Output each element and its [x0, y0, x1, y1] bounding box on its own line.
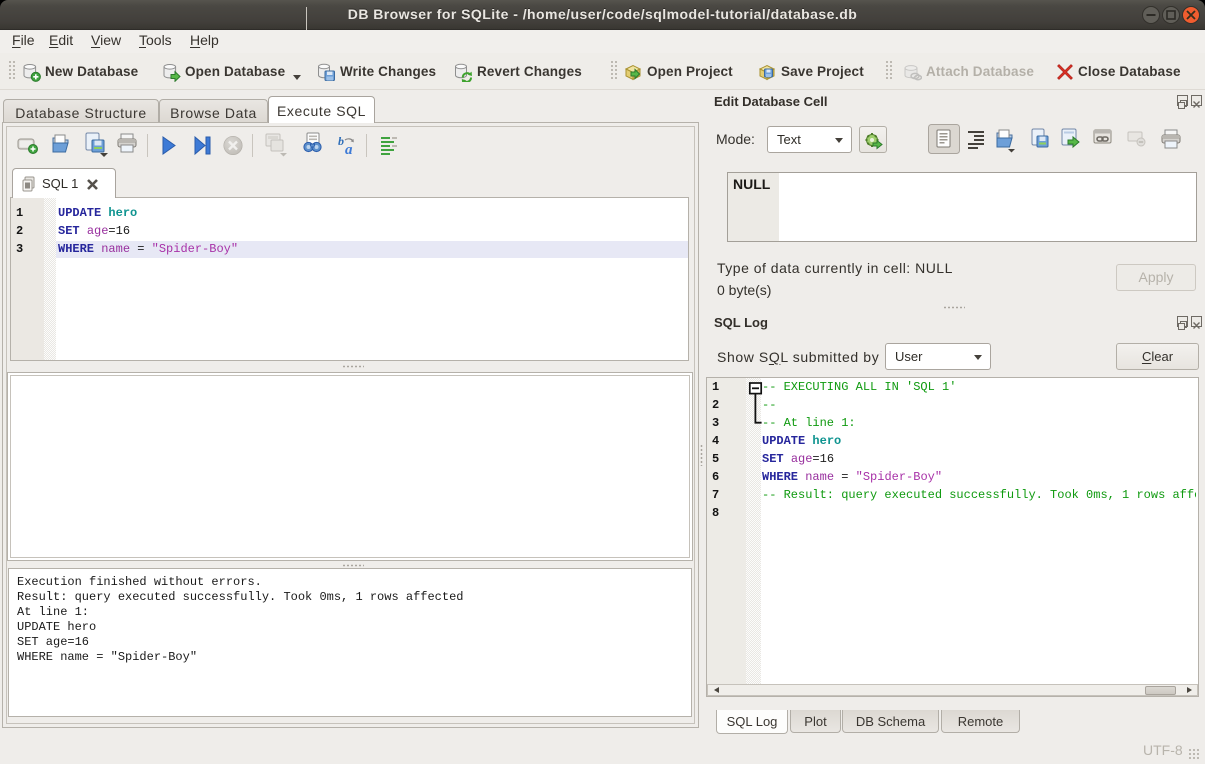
svg-text:b: b: [338, 134, 344, 148]
svg-text:a: a: [345, 142, 353, 158]
